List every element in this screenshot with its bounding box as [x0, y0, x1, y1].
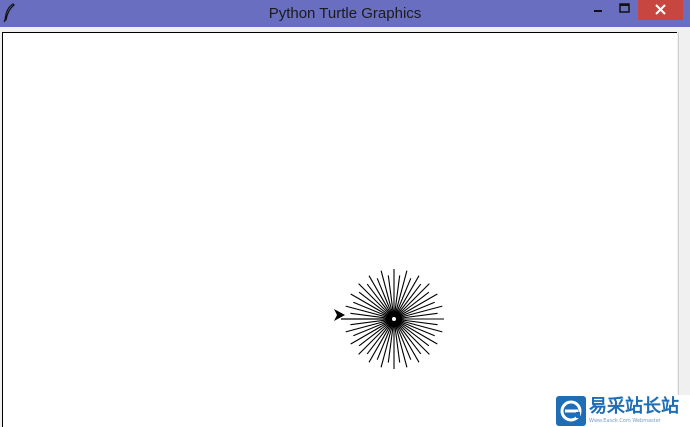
maximize-icon [619, 3, 630, 13]
watermark-subtext: Www.Easck.Com Webmaster [589, 418, 661, 424]
watermark: 易采站长站 Www.Easck.Com Webmaster [555, 395, 690, 427]
maximize-button[interactable] [611, 0, 637, 20]
minimize-button[interactable] [585, 0, 611, 20]
title-bar[interactable]: Python Turtle Graphics [0, 0, 690, 27]
minimize-icon [594, 10, 602, 12]
drawing-layer [334, 269, 444, 369]
watermark-text: 易采站长站 [589, 396, 679, 417]
close-icon [655, 4, 666, 15]
e-logo-icon [556, 396, 586, 426]
turtle-canvas[interactable] [2, 32, 677, 427]
turtle-window: Python Turtle Graphics 易采站长站 Www.Easck.C… [0, 0, 690, 427]
vertical-scrollbar[interactable] [678, 32, 690, 427]
close-button[interactable] [638, 0, 683, 20]
starburst-center-dot [392, 317, 396, 321]
